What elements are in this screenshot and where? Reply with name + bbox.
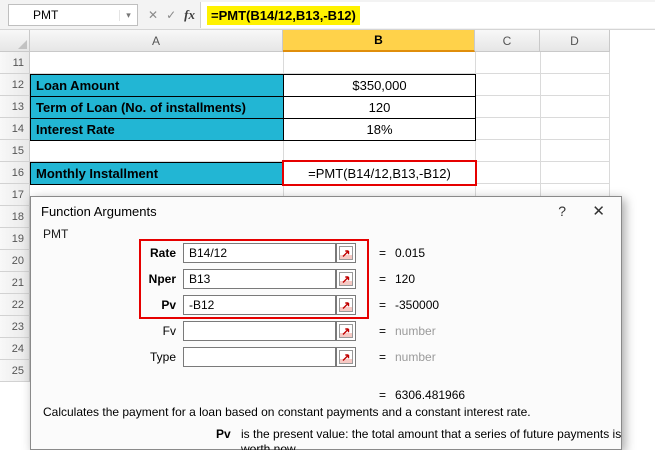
select-all-triangle-icon xyxy=(18,40,27,49)
rate-result: 0.015 xyxy=(395,243,425,263)
function-arguments-dialog: Function Arguments ? ✕ PMT Rate = 0.015 … xyxy=(30,196,622,450)
row-header-25[interactable]: 25 xyxy=(0,360,30,382)
fv-field-row: Fv = number xyxy=(31,321,621,341)
fv-label: Fv xyxy=(91,321,176,341)
excel-window: PMT ▾ ✕ ✓ fx =PMT(B14/12,B13,-B12) A B C… xyxy=(0,0,655,450)
row-header-11[interactable]: 11 xyxy=(0,52,30,74)
row-header-17[interactable]: 17 xyxy=(0,184,30,206)
row-header-18[interactable]: 18 xyxy=(0,206,30,228)
row-header-20[interactable]: 20 xyxy=(0,250,30,272)
pv-label: Pv xyxy=(91,295,176,315)
rate-field-row: Rate = 0.015 xyxy=(31,243,621,263)
row-header-24[interactable]: 24 xyxy=(0,338,30,360)
column-header-d[interactable]: D xyxy=(540,30,610,52)
collapse-dialog-icon[interactable] xyxy=(336,269,356,289)
row-headers: 11 12 13 14 15 16 17 18 19 20 21 22 23 2… xyxy=(0,52,30,382)
row-header-12[interactable]: 12 xyxy=(0,74,30,96)
equals-sign: = xyxy=(379,321,386,341)
formula-result-row: = 6306.481966 xyxy=(31,385,621,405)
row-header-16[interactable]: 16 xyxy=(0,162,30,184)
cell-b16-active[interactable]: =PMT(B14/12,B13,-B12) xyxy=(282,160,477,186)
equals-sign: = xyxy=(379,295,386,315)
cell-a13[interactable]: Term of Loan (No. of installments) xyxy=(30,96,284,119)
collapse-dialog-icon[interactable] xyxy=(336,347,356,367)
row-header-15[interactable]: 15 xyxy=(0,140,30,162)
insert-function-icon[interactable]: fx xyxy=(184,7,195,23)
cell-a12[interactable]: Loan Amount xyxy=(30,74,284,97)
type-label: Type xyxy=(91,347,176,367)
row-header-13[interactable]: 13 xyxy=(0,96,30,118)
nper-result: 120 xyxy=(395,269,415,289)
rate-input[interactable] xyxy=(183,243,336,263)
column-header-a[interactable]: A xyxy=(30,30,283,52)
row-header-14[interactable]: 14 xyxy=(0,118,30,140)
equals-sign: = xyxy=(379,243,386,263)
cell-b14[interactable]: 18% xyxy=(283,118,476,141)
collapse-dialog-icon[interactable] xyxy=(336,295,356,315)
pv-field-row: Pv = -350000 xyxy=(31,295,621,315)
type-result: number xyxy=(395,347,436,367)
formula-text: =PMT(B14/12,B13,-B12) xyxy=(207,6,360,25)
row-header-21[interactable]: 21 xyxy=(0,272,30,294)
formula-bar: PMT ▾ ✕ ✓ fx =PMT(B14/12,B13,-B12) xyxy=(0,0,655,30)
dialog-title: Function Arguments xyxy=(41,204,157,219)
rate-label: Rate xyxy=(91,243,176,263)
nper-field-row: Nper = 120 xyxy=(31,269,621,289)
formula-bar-buttons: ✕ ✓ fx xyxy=(142,4,201,26)
pv-input[interactable] xyxy=(183,295,336,315)
select-all-corner[interactable] xyxy=(0,30,30,52)
formula-result-value: 6306.481966 xyxy=(395,385,465,405)
column-header-b[interactable]: B xyxy=(283,30,475,52)
function-description: Calculates the payment for a loan based … xyxy=(43,405,609,419)
cell-a16[interactable]: Monthly Installment xyxy=(30,162,284,185)
pv-result: -350000 xyxy=(395,295,439,315)
dialog-close-icon[interactable]: ✕ xyxy=(592,202,605,220)
fv-result: number xyxy=(395,321,436,341)
nper-label: Nper xyxy=(91,269,176,289)
dialog-help-button[interactable]: ? xyxy=(558,203,566,219)
row-header-19[interactable]: 19 xyxy=(0,228,30,250)
name-box-dropdown-icon[interactable]: ▾ xyxy=(119,10,137,21)
column-header-c[interactable]: C xyxy=(475,30,540,52)
equals-sign: = xyxy=(379,269,386,289)
dialog-titlebar[interactable]: Function Arguments ? ✕ xyxy=(31,197,621,225)
fv-input[interactable] xyxy=(183,321,336,341)
equals-sign: = xyxy=(379,385,386,405)
name-box[interactable]: PMT ▾ xyxy=(8,4,138,26)
equals-sign: = xyxy=(379,347,386,367)
row-header-22[interactable]: 22 xyxy=(0,294,30,316)
type-field-row: Type = number xyxy=(31,347,621,367)
formula-input[interactable]: =PMT(B14/12,B13,-B12) xyxy=(200,2,655,28)
name-box-value: PMT xyxy=(9,8,119,22)
row-header-23[interactable]: 23 xyxy=(0,316,30,338)
argument-help-text: is the present value: the total amount t… xyxy=(241,427,636,450)
cancel-icon[interactable]: ✕ xyxy=(148,8,158,22)
cell-b12[interactable]: $350,000 xyxy=(283,74,476,97)
cell-b13[interactable]: 120 xyxy=(283,96,476,119)
collapse-dialog-icon[interactable] xyxy=(336,321,356,341)
argument-name-label: Pv xyxy=(216,427,231,441)
function-name-label: PMT xyxy=(43,227,68,241)
enter-icon[interactable]: ✓ xyxy=(166,8,176,22)
cell-a14[interactable]: Interest Rate xyxy=(30,118,284,141)
collapse-dialog-icon[interactable] xyxy=(336,243,356,263)
type-input[interactable] xyxy=(183,347,336,367)
nper-input[interactable] xyxy=(183,269,336,289)
column-headers: A B C D xyxy=(0,30,610,52)
